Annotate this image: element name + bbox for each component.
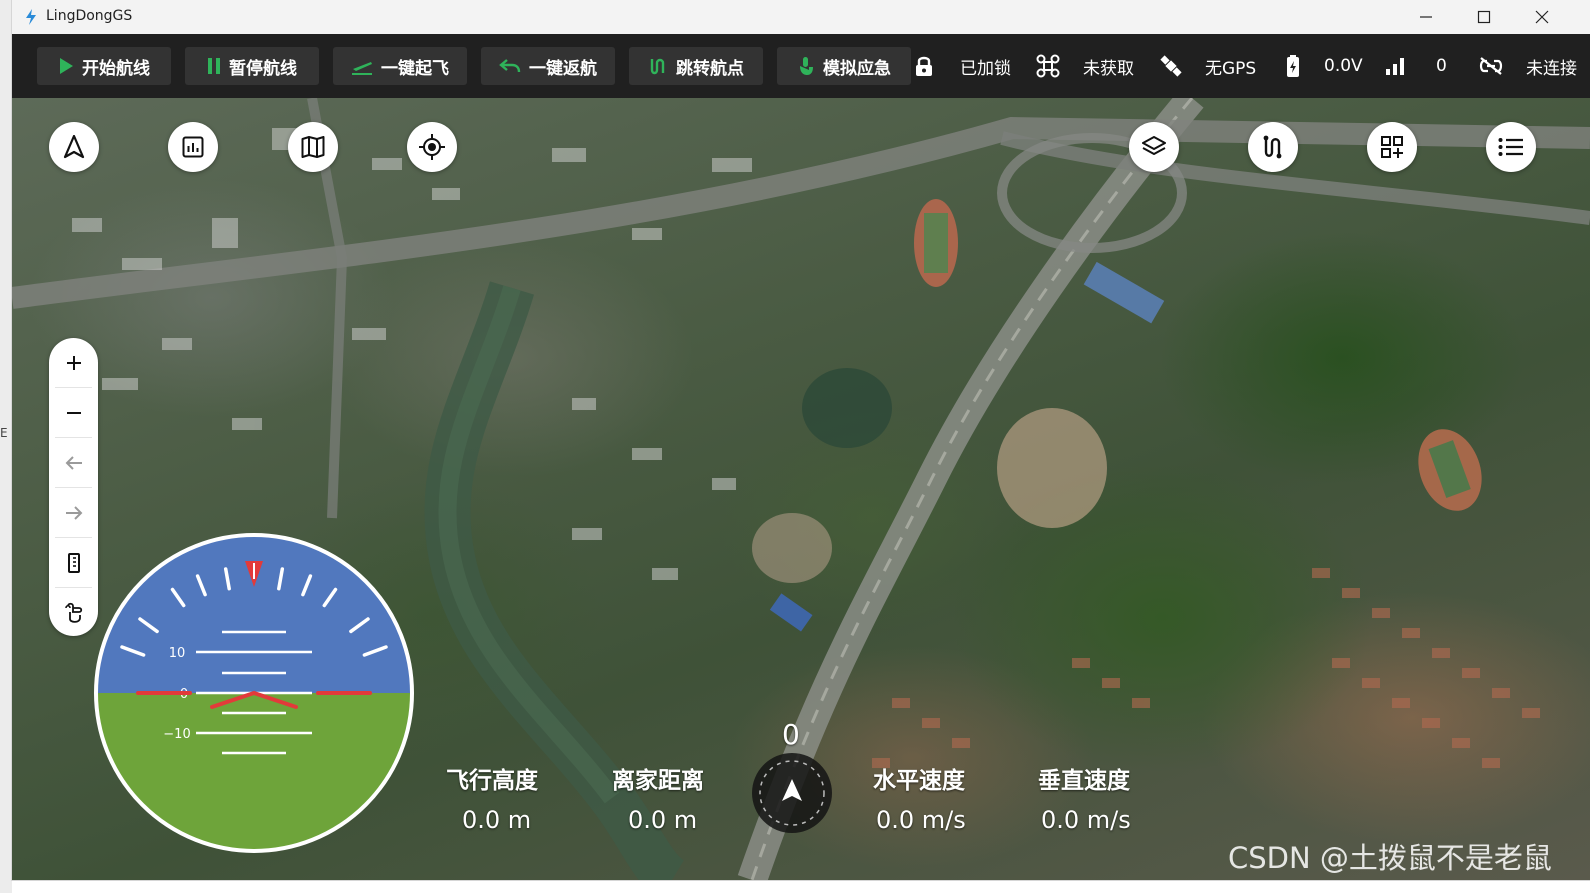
signal-status [1385, 34, 1405, 98]
pitch-label-minus10: −10 [163, 727, 190, 742]
redo-button[interactable] [49, 488, 98, 537]
simulate-emergency-button[interactable]: 模拟应急 [777, 47, 911, 85]
desktop-edge-text: E [0, 426, 8, 440]
horizontal-speed-label: 水平速度 [873, 768, 965, 794]
takeoff-icon [352, 62, 372, 75]
plus-icon [66, 355, 81, 370]
gps-status-text: 无GPS [1205, 58, 1257, 79]
chart-icon [182, 136, 204, 158]
chart-button[interactable] [168, 122, 218, 172]
desktop-edge: E [0, 0, 12, 893]
zoom-out-button[interactable] [49, 388, 98, 437]
start-route-label: 开始航线 [82, 58, 150, 79]
route-icon [1263, 135, 1282, 159]
vertical-speed-value: 0.0 m/s [1041, 806, 1131, 834]
title-bar: LingDongGS [12, 0, 1590, 34]
command-toolbar: 开始航线 暂停航线 一键起飞 一键返航 跳转航点 模拟应急 已加锁 未获取 无G… [12, 34, 1590, 98]
lock-status [914, 34, 934, 98]
navigate-button[interactable] [49, 122, 99, 172]
link-status-text: 未连接 [1526, 58, 1577, 79]
drone-icon [1036, 54, 1060, 78]
minimize-button[interactable] [1398, 0, 1454, 34]
voltage-text: 0.0V [1324, 56, 1363, 76]
emergency-icon [800, 57, 813, 75]
altitude-label: 飞行高度 [446, 768, 538, 794]
watermark-text: CSDN @土拨鼠不是老鼠 [1228, 841, 1552, 875]
return-home-button[interactable]: 一键返航 [481, 47, 615, 85]
navigation-icon [63, 135, 85, 159]
list-button[interactable] [1486, 122, 1536, 172]
attitude-indicator: 10 0 −10 [94, 533, 414, 853]
maximize-button[interactable] [1456, 0, 1512, 34]
route-plan-button[interactable] [1248, 122, 1298, 172]
jump-waypoint-button[interactable]: 跳转航点 [629, 47, 763, 85]
link-off-icon [1479, 57, 1503, 75]
pause-route-label: 暂停航线 [229, 58, 297, 79]
takeoff-label: 一键起飞 [381, 58, 449, 79]
locate-button[interactable] [407, 122, 457, 172]
pitch-label-10: 10 [169, 646, 186, 661]
heading-value: 0 [782, 718, 800, 751]
start-route-button[interactable]: 开始航线 [37, 47, 171, 85]
ruler-icon [67, 552, 80, 573]
grid-add-icon [1381, 136, 1403, 158]
close-icon [1535, 10, 1549, 24]
home-distance-value: 0.0 m [628, 806, 698, 834]
play-icon [60, 58, 73, 74]
list-icon [1498, 138, 1523, 156]
attitude-ground [96, 693, 412, 851]
vertical-speed-label: 垂直速度 [1038, 768, 1130, 794]
simulate-emergency-label: 模拟应急 [823, 58, 891, 79]
signal-icon [1386, 58, 1404, 75]
battery-status [1286, 34, 1300, 98]
return-icon [499, 59, 521, 73]
heading-arrow-icon [759, 760, 825, 826]
map-button[interactable] [288, 122, 338, 172]
satellite-status [1158, 34, 1184, 98]
satellite-icon [1160, 55, 1182, 77]
map-tool-panel [49, 338, 98, 636]
maximize-icon [1477, 10, 1491, 24]
drone-status [1036, 34, 1060, 98]
route-icon [650, 58, 665, 75]
hand-icon [64, 602, 82, 623]
minimize-icon [1420, 16, 1432, 18]
satellite-map[interactable]: 10 0 −10 0 飞行高度 0.0 m 离家距离 0.0 m 水平速度 0.… [12, 98, 1590, 880]
attitude-sky [96, 535, 412, 693]
altitude-value: 0.0 m [462, 806, 532, 834]
home-distance-label: 离家距离 [612, 768, 704, 794]
takeoff-button[interactable]: 一键起飞 [333, 47, 467, 85]
signal-value-text: 0 [1436, 56, 1447, 76]
pause-icon [208, 58, 220, 74]
pause-route-button[interactable]: 暂停航线 [185, 47, 319, 85]
mode-status-text: 未获取 [1083, 58, 1134, 79]
window-title: LingDongGS [46, 8, 133, 24]
arrow-left-icon [65, 455, 82, 470]
layers-button[interactable] [1129, 122, 1179, 172]
minus-icon [66, 411, 81, 414]
lock-icon [916, 56, 932, 76]
measure-button[interactable] [49, 538, 98, 587]
app-logo-icon [26, 9, 36, 25]
locate-icon [419, 134, 445, 160]
map-icon [301, 136, 325, 158]
layers-icon [1142, 136, 1166, 155]
compass [752, 753, 832, 833]
pan-button[interactable] [49, 588, 98, 637]
undo-button[interactable] [49, 438, 98, 487]
zoom-in-button[interactable] [49, 338, 98, 387]
grid-add-button[interactable] [1367, 122, 1417, 172]
link-status [1478, 34, 1504, 98]
jump-waypoint-label: 跳转航点 [676, 58, 744, 79]
lock-status-text: 已加锁 [960, 58, 1011, 79]
horizontal-speed-value: 0.0 m/s [876, 806, 966, 834]
return-home-label: 一键返航 [529, 58, 597, 79]
battery-icon [1287, 55, 1299, 77]
app-window: LingDongGS 开始航线 暂停航线 一键起飞 一键返航 跳转航点 模拟应急… [12, 0, 1590, 880]
arrow-right-icon [65, 505, 82, 520]
close-button[interactable] [1514, 0, 1570, 34]
